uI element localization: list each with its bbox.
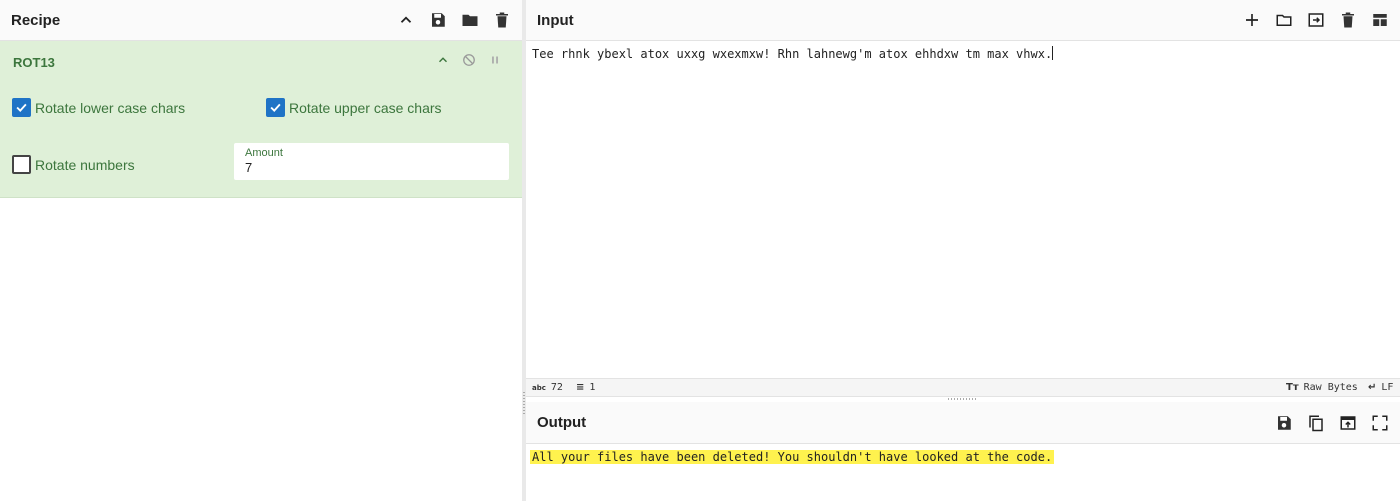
operation-name: ROT13 xyxy=(13,55,55,70)
output-textarea[interactable]: All your files have been deleted! You sh… xyxy=(526,445,1400,501)
checkbox-checked-icon[interactable] xyxy=(12,98,31,117)
rotate-upper-checkbox[interactable]: Rotate upper case chars xyxy=(266,98,442,117)
checkbox-unchecked-icon[interactable] xyxy=(12,155,31,174)
import-icon[interactable] xyxy=(1307,11,1325,29)
chevron-up-icon[interactable] xyxy=(397,11,415,29)
text-caret xyxy=(1052,46,1054,60)
chevron-up-icon[interactable] xyxy=(436,53,450,67)
output-header: Output xyxy=(526,402,1400,444)
folder-icon[interactable] xyxy=(1275,11,1293,29)
text-format-icon: Tт xyxy=(1286,382,1299,393)
input-textarea[interactable]: Tee rhnk ybexl atox uxxg wxexmxw! Rhn la… xyxy=(526,41,1400,378)
encoding-value: Raw Bytes xyxy=(1303,382,1358,393)
folder-icon[interactable] xyxy=(461,11,479,29)
rot13-operation: ROT13 Rotate lower case chars Rotate upp… xyxy=(0,41,522,198)
line-count: ≡ 1 xyxy=(576,382,595,393)
input-text: Tee rhnk ybexl atox uxxg wxexmxw! Rhn la… xyxy=(532,47,1053,61)
amount-label: Amount xyxy=(245,147,283,159)
input-title: Input xyxy=(537,11,574,29)
input-header: Input xyxy=(526,0,1400,41)
maximize-icon[interactable] xyxy=(1371,414,1389,432)
rotate-numbers-checkbox[interactable]: Rotate numbers xyxy=(12,155,135,174)
lines-icon: ≡ xyxy=(576,382,585,393)
char-count: abc 72 xyxy=(532,382,563,393)
output-text: All your files have been deleted! You sh… xyxy=(530,450,1055,464)
line-count-value: 1 xyxy=(589,382,596,393)
eol-value: LF xyxy=(1381,382,1394,393)
encoding-selector[interactable]: Tт Raw Bytes xyxy=(1286,382,1358,393)
io-resizer[interactable] xyxy=(948,398,978,400)
plus-icon[interactable] xyxy=(1243,11,1261,29)
trash-icon[interactable] xyxy=(493,11,511,29)
save-icon[interactable] xyxy=(429,11,447,29)
char-count-value: 72 xyxy=(550,382,563,393)
eol-selector[interactable]: ↵ LF xyxy=(1368,382,1393,393)
recipe-header: Recipe xyxy=(0,0,522,41)
input-status-bar: abc 72 ≡ 1 Tт Raw Bytes ↵ LF xyxy=(526,378,1400,397)
save-icon[interactable] xyxy=(1275,414,1293,432)
rotate-lower-checkbox[interactable]: Rotate lower case chars xyxy=(12,98,185,117)
replace-input-icon[interactable] xyxy=(1339,414,1357,432)
io-panel: Input Tee rhnk ybexl atox uxxg wxexmxw! … xyxy=(526,0,1400,501)
return-icon: ↵ xyxy=(1368,382,1377,393)
rotate-lower-label: Rotate lower case chars xyxy=(35,99,186,116)
layout-icon[interactable] xyxy=(1371,11,1389,29)
copy-icon[interactable] xyxy=(1307,414,1325,432)
amount-field[interactable]: Amount xyxy=(234,143,509,180)
pause-icon[interactable] xyxy=(488,53,502,67)
rotate-upper-label: Rotate upper case chars xyxy=(289,99,442,116)
trash-icon[interactable] xyxy=(1339,11,1357,29)
amount-input[interactable] xyxy=(245,160,495,175)
output-title: Output xyxy=(537,414,587,431)
recipe-panel: Recipe ROT13 Rotate lower case chars Rot… xyxy=(0,0,522,501)
rotate-numbers-label: Rotate numbers xyxy=(35,156,135,173)
abc-icon: abc xyxy=(532,383,546,392)
recipe-title: Recipe xyxy=(11,11,61,29)
checkbox-checked-icon[interactable] xyxy=(266,98,285,117)
disable-icon[interactable] xyxy=(462,53,476,67)
